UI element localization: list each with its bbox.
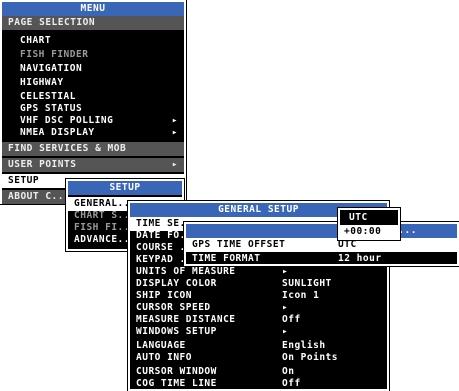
offset-option-0000[interactable]: +00:00 — [340, 225, 398, 239]
main-menu: MENU PAGE SELECTION CHART FISH FINDER NA… — [0, 0, 187, 205]
offset-option-utc[interactable]: UTC — [340, 211, 398, 225]
time-row-time-format[interactable]: TIME FORMAT 12 hour — [186, 252, 457, 266]
menu-item-find-services[interactable]: FIND SERVICES & MOB — [2, 142, 184, 156]
menu-item-highway[interactable]: HIGHWAY — [2, 76, 184, 90]
chevron-right-icon: ▸ — [171, 159, 178, 170]
general-item-windows-setup[interactable]: WINDOWS SETUP ▸ — [130, 325, 387, 339]
menu-item-fish-finder[interactable]: FISH FINDER — [2, 48, 184, 62]
menu-item-user-points[interactable]: USER POINTS ▸ — [2, 158, 184, 172]
menu-item-navigation[interactable]: NAVIGATION — [2, 62, 184, 76]
time-setup-title: TIME SE... — [186, 224, 457, 238]
setup-title: SETUP — [68, 181, 182, 195]
menu-item-nmea-display[interactable]: NMEA DISPLAY ▸ — [2, 126, 184, 140]
page-selection-header: PAGE SELECTION — [2, 16, 184, 30]
menu-title: MENU — [2, 2, 184, 16]
general-item-cog-time-line[interactable]: COG TIME LINE Off — [130, 377, 387, 391]
chevron-right-icon: ▸ — [171, 127, 178, 138]
time-setup-menu: TIME SE... GPS TIME OFFSETUTC TIME FORMA… — [183, 221, 459, 267]
general-item-auto-info[interactable]: AUTO INFO On Points — [130, 351, 387, 365]
offset-popup: UTC +00:00 — [337, 207, 401, 241]
time-row-gps-offset[interactable]: GPS TIME OFFSET UTC — [186, 238, 457, 252]
menu-item-chart[interactable]: CHART — [2, 34, 184, 48]
